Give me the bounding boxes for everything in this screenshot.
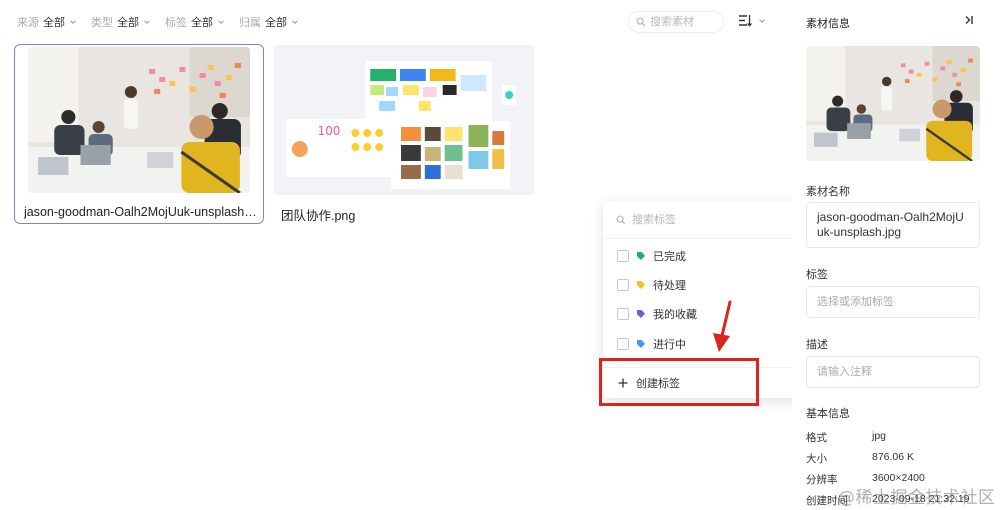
tag-search-input[interactable] [632, 213, 782, 226]
tag-option-favorites[interactable]: 我的收藏 [617, 304, 697, 324]
basic-info-label: 基本信息 [806, 408, 850, 420]
annotation-highlight-box [599, 358, 759, 406]
description-input[interactable] [817, 366, 969, 378]
filter-type[interactable]: 类型 全部 [91, 14, 151, 30]
filter-value: 全部 [265, 17, 287, 29]
tag-icon [637, 252, 645, 260]
tag-checkbox[interactable] [617, 308, 629, 320]
asset-card[interactable]: jason-goodman-Oalh2MojUuk-unsplash.jpg [14, 44, 264, 224]
tag-label: 已完成 [653, 251, 686, 263]
sort-icon [739, 15, 752, 27]
filter-value: 全部 [43, 17, 65, 29]
filter-value: 全部 [191, 17, 213, 29]
info-value: 876.06 K [872, 451, 915, 463]
asset-name: jason-goodman-Oalh2MojUuk-unsplash.jpg [24, 205, 257, 219]
chevron-down-icon [70, 20, 76, 24]
chevron-down-icon [218, 20, 224, 24]
watermark: @稀土掘金技术社区 [838, 488, 996, 508]
description-field[interactable] [806, 356, 980, 388]
sort-button[interactable] [738, 14, 766, 27]
tag-select-field[interactable] [806, 286, 980, 318]
name-section-label: 素材名称 [806, 186, 850, 198]
tag-option-completed[interactable]: 已完成 [617, 246, 686, 266]
tags-section-label: 标签 [806, 269, 828, 281]
chevron-down-icon [144, 20, 150, 24]
office-meeting-photo [28, 47, 250, 193]
tag-label: 我的收藏 [653, 309, 697, 321]
filter-owner[interactable]: 归属 全部 [239, 14, 299, 30]
filter-bar: 来源 全部 类型 全部 标签 全部 归属 全部 [17, 14, 299, 30]
filter-value: 全部 [117, 17, 139, 29]
tag-search[interactable] [603, 201, 802, 239]
office-meeting-photo [806, 46, 980, 161]
info-value: jpg [872, 430, 887, 442]
tag-option-in-progress[interactable]: 进行中 [617, 334, 686, 354]
team-collaboration-image: 100 [274, 45, 534, 195]
asset-preview [806, 46, 980, 161]
panel-title: 素材信息 [806, 18, 850, 30]
filter-label: 来源 [17, 17, 39, 29]
collapse-panel-icon[interactable] [963, 14, 975, 26]
asset-thumbnail: 100 [274, 45, 534, 195]
asset-info-panel: 素材信息 素材名称 jason-goodman-Oalh2MojUuk-unsp… [792, 0, 1000, 510]
filter-label: 归属 [239, 17, 261, 29]
filter-source[interactable]: 来源 全部 [17, 14, 77, 30]
tag-select-input[interactable] [817, 296, 969, 308]
search-input[interactable] [650, 16, 716, 28]
asset-search[interactable] [628, 11, 724, 33]
tag-icon [637, 340, 645, 348]
filter-tag[interactable]: 标签 全部 [165, 14, 225, 30]
info-key: 格式 [806, 432, 827, 444]
info-row-format: 格式 jpg [806, 430, 886, 445]
svg-text:100: 100 [318, 124, 341, 138]
asset-name-field[interactable]: jason-goodman-Oalh2MojUuk-unsplash.jpg [806, 202, 980, 248]
asset-card[interactable]: 100 团队协作.png [273, 44, 535, 224]
tag-icon [637, 310, 645, 318]
info-key: 大小 [806, 453, 827, 465]
asset-thumbnail [28, 47, 250, 193]
tag-checkbox[interactable] [617, 338, 629, 350]
info-row-size: 大小 876.06 K [806, 451, 914, 466]
filter-label: 类型 [91, 17, 113, 29]
tag-icon [637, 281, 645, 289]
chevron-down-icon [292, 20, 298, 24]
tag-option-pending[interactable]: 待处理 [617, 275, 686, 295]
tag-checkbox[interactable] [617, 279, 629, 291]
filter-label: 标签 [165, 17, 187, 29]
search-icon [636, 17, 646, 27]
tag-label: 待处理 [653, 280, 686, 292]
tag-label: 进行中 [653, 339, 686, 351]
chevron-down-icon [759, 18, 765, 23]
search-icon [616, 215, 626, 224]
tag-checkbox[interactable] [617, 250, 629, 262]
annotation-arrow-icon [713, 300, 732, 352]
asset-name-value: jason-goodman-Oalh2MojUuk-unsplash.jpg [817, 210, 964, 239]
asset-name: 团队协作.png [281, 209, 356, 223]
description-section-label: 描述 [806, 339, 828, 351]
